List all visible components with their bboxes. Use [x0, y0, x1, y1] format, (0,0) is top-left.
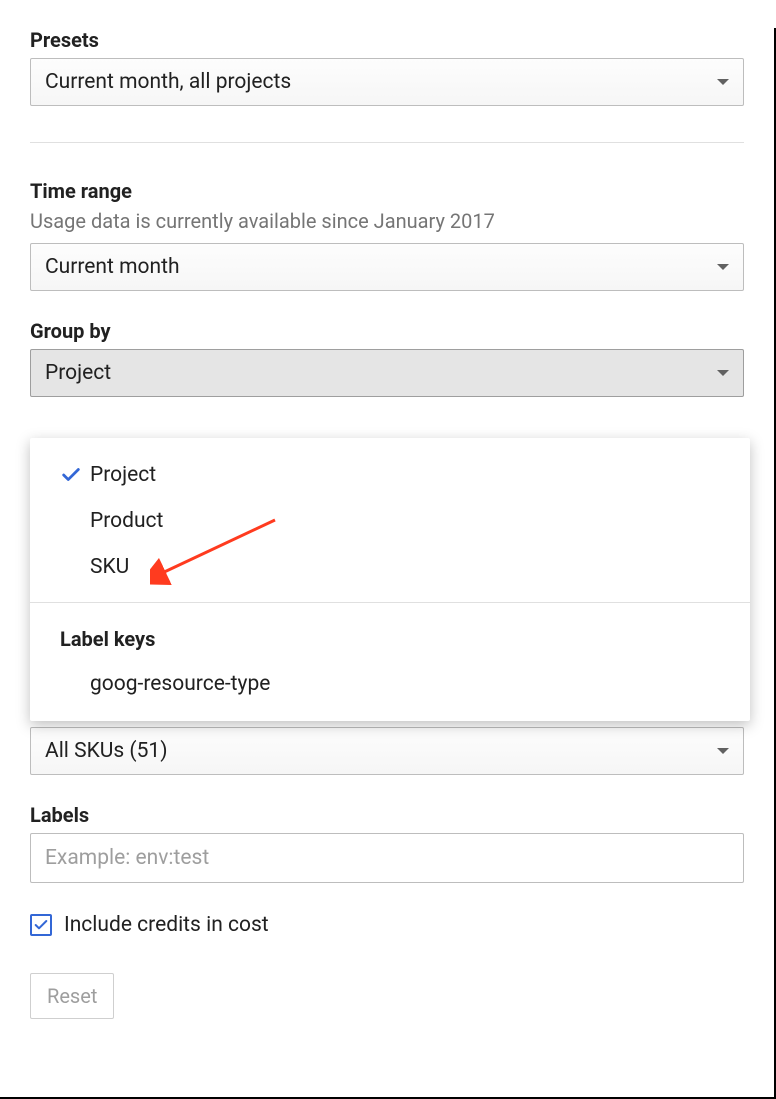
skus-select[interactable]: All SKUs (51) — [30, 727, 744, 775]
caret-down-icon — [717, 748, 729, 754]
caret-down-icon — [717, 264, 729, 270]
time-range-value: Current month — [45, 255, 180, 279]
include-credits-label: Include credits in cost — [64, 913, 269, 937]
caret-down-icon — [717, 79, 729, 85]
presets-value: Current month, all projects — [45, 70, 291, 94]
presets-label: Presets — [30, 28, 744, 52]
include-credits-checkbox[interactable] — [30, 914, 52, 936]
group-by-dropdown: Project Product SKU Label keys goog-reso… — [30, 438, 750, 721]
time-range-group: Time range Usage data is currently avail… — [30, 179, 744, 291]
check-icon — [33, 917, 49, 933]
dropdown-option-label: Project — [90, 463, 156, 487]
divider — [30, 142, 744, 143]
group-by-value: Project — [45, 361, 111, 385]
time-range-label: Time range — [30, 179, 744, 203]
dropdown-option-goog-resource-type[interactable]: goog-resource-type — [30, 661, 750, 707]
dropdown-option-label: Product — [90, 509, 163, 533]
dropdown-option-product[interactable]: Product — [30, 498, 750, 544]
dropdown-section-title: Label keys — [30, 615, 750, 661]
dropdown-option-project[interactable]: Project — [30, 452, 750, 498]
dropdown-option-label: SKU — [90, 555, 129, 579]
caret-down-icon — [717, 370, 729, 376]
group-by-label: Group by — [30, 319, 744, 343]
group-by-select[interactable]: Project — [30, 349, 744, 397]
dropdown-option-sku[interactable]: SKU — [30, 544, 750, 590]
labels-input[interactable] — [30, 833, 744, 883]
time-range-select[interactable]: Current month — [30, 243, 744, 291]
include-credits-row: Include credits in cost — [30, 913, 744, 937]
time-range-subtext: Usage data is currently available since … — [30, 209, 744, 233]
reset-button[interactable]: Reset — [30, 973, 114, 1019]
dropdown-section-label-keys: Label keys goog-resource-type — [30, 602, 750, 707]
presets-group: Presets Current month, all projects — [30, 28, 744, 106]
skus-value: All SKUs (51) — [45, 739, 168, 763]
labels-group: Labels — [30, 803, 744, 883]
labels-label: Labels — [30, 803, 744, 827]
presets-select[interactable]: Current month, all projects — [30, 58, 744, 106]
dropdown-option-label: goog-resource-type — [90, 672, 270, 696]
group-by-group: Group by Project — [30, 319, 744, 397]
check-icon — [60, 464, 90, 486]
